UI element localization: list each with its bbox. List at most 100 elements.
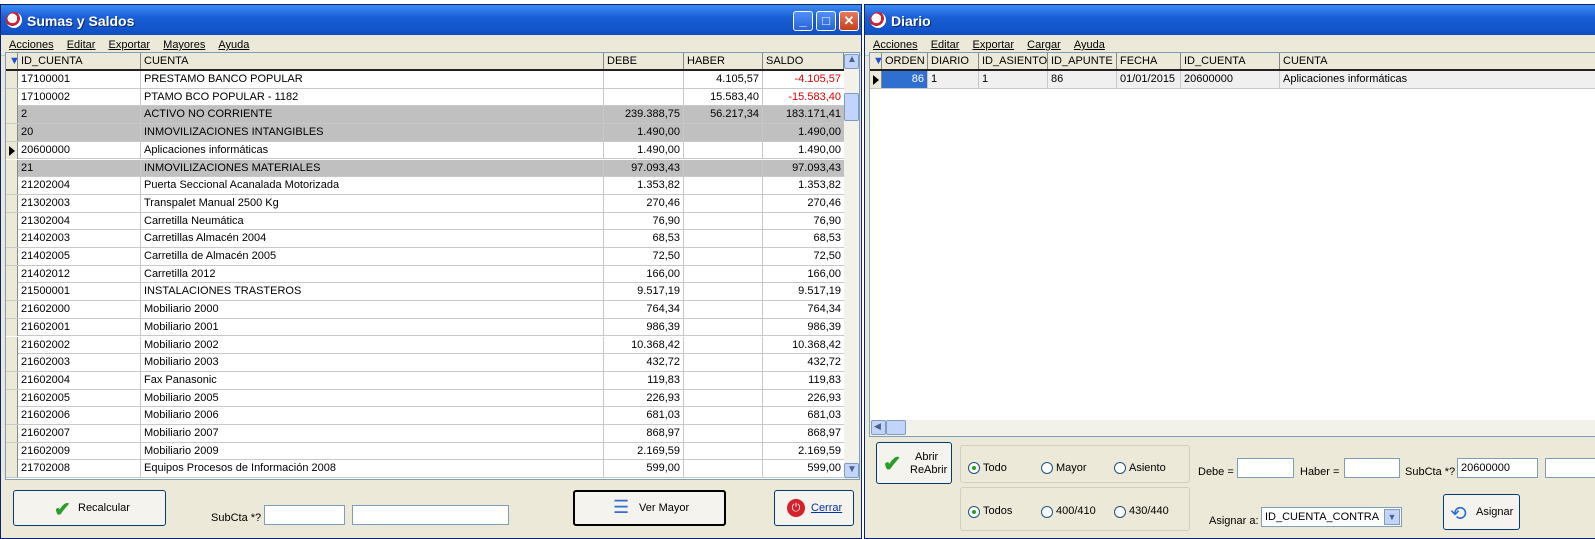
col-cuenta[interactable]: CUENTA [1280, 53, 1595, 69]
table-row[interactable]: 21702008 Equipos Procesos de Información … [6, 460, 844, 479]
col-id-apunte[interactable]: ID_APUNTE [1048, 53, 1117, 69]
cell-cuenta[interactable]: Carretilla Neumática [141, 212, 604, 230]
cell-cuenta[interactable]: Carretilla 2012 [141, 265, 604, 283]
cell-saldo[interactable]: 68,53 [763, 230, 844, 247]
cell-id-cuenta[interactable]: 21202004 [18, 177, 141, 195]
cell-debe[interactable]: 1.490,00 [604, 141, 684, 159]
cell-haber[interactable] [684, 301, 763, 319]
radio-todo[interactable] [968, 462, 980, 474]
col-debe[interactable]: DEBE [604, 53, 684, 69]
cell-saldo[interactable]: 986,39 [763, 319, 844, 336]
col-fecha[interactable]: FECHA [1117, 53, 1181, 69]
cell-id-cuenta[interactable]: 21602007 [18, 425, 141, 442]
cell-debe[interactable]: 2.169,59 [604, 442, 684, 460]
cell-cuenta[interactable]: Mobiliario 2001 [141, 318, 604, 336]
subcta-name-input[interactable] [352, 505, 509, 525]
cell-id-cuenta[interactable]: 21402005 [18, 248, 141, 265]
col-id-cuenta[interactable]: ID_CUENTA [1181, 53, 1280, 69]
diario-grid[interactable]: ▼ ORDEN DIARIO ID_ASIENTO ID_APUNTE FECH… [869, 52, 1595, 437]
cell-saldo[interactable]: 681,03 [763, 407, 844, 424]
cerrar-button[interactable]: ⏻ Cerrar [774, 490, 854, 526]
cell-id-cuenta[interactable]: 17100002 [18, 88, 141, 106]
cell-saldo[interactable]: -4.105,57 [763, 71, 844, 88]
cell-haber[interactable] [684, 194, 763, 212]
cell-id-cuenta[interactable]: 21402003 [18, 230, 141, 248]
table-row[interactable]: 21602004 Fax Panasonic 119,83 119,83 [6, 371, 844, 390]
cell-haber[interactable] [684, 425, 763, 442]
cell-cuenta[interactable]: Fax Panasonic [141, 371, 604, 389]
cell-haber[interactable] [684, 407, 763, 425]
cell-saldo[interactable]: 9.517,19 [763, 283, 844, 300]
radio-mayor[interactable] [1041, 462, 1053, 474]
cell-haber[interactable] [684, 212, 763, 230]
abrir-reabrir-button[interactable]: ✔ Abrir ReAbrir [876, 442, 952, 484]
table-row[interactable]: 21602005 Mobiliario 2005 226,93 226,93 [6, 389, 844, 408]
table-row[interactable]: 21602001 Mobiliario 2001 986,39 986,39 [6, 318, 844, 337]
cell-id-cuenta[interactable]: 21602002 [18, 336, 141, 354]
cell-saldo[interactable]: 166,00 [763, 266, 844, 283]
cell-debe[interactable] [604, 88, 684, 106]
table-row[interactable]: 21402012 Carretilla 2012 166,00 166,00 [6, 265, 844, 284]
cell-cuenta[interactable]: INMOVILIZACIONES MATERIALES [141, 159, 604, 177]
cell-cuenta[interactable]: INMOVILIZACIONES INTANGIBLES [141, 124, 604, 142]
cell-id-cuenta[interactable]: 21402012 [18, 265, 141, 283]
cell-debe[interactable]: 986,39 [604, 318, 684, 336]
table-row[interactable]: 21 INMOVILIZACIONES MATERIALES 97.093,43 97… [6, 159, 844, 178]
cell-cuenta[interactable]: Carretillas Almacén 2004 [141, 230, 604, 248]
cell-debe[interactable]: 72,50 [604, 248, 684, 265]
cell-saldo[interactable]: 868,97 [763, 425, 844, 442]
cell-haber[interactable]: 56.217,34 [684, 106, 763, 124]
cell-orden[interactable]: 86 [882, 71, 928, 88]
cell-haber[interactable] [684, 371, 763, 389]
cell-id-cuenta[interactable]: 21602005 [18, 389, 141, 407]
cell-debe[interactable]: 166,00 [604, 265, 684, 283]
debe-input[interactable] [1237, 458, 1294, 478]
cell-haber[interactable] [684, 124, 763, 142]
table-row[interactable]: 17100002 PTAMO BCO POPULAR - 1182 15.583,4… [6, 88, 844, 107]
cell-debe[interactable]: 119,83 [604, 371, 684, 389]
cell-cuenta[interactable]: Mobiliario 2005 [141, 389, 604, 407]
col-orden[interactable]: ORDEN [882, 53, 928, 69]
cell-id-cuenta[interactable]: 21602001 [18, 318, 141, 336]
cell-id-cuenta[interactable]: 21302003 [18, 194, 141, 212]
table-row[interactable]: 21500001 INSTALACIONES TRASTEROS 9.517,19 9… [6, 283, 844, 302]
cell-debe[interactable]: 10.368,42 [604, 336, 684, 354]
cell-cuenta[interactable]: PTAMO BCO POPULAR - 1182 [141, 88, 604, 106]
cell-id-cuenta[interactable]: 17100001 [18, 71, 141, 88]
col-cuenta[interactable]: CUENTA [141, 53, 604, 69]
radio-400-410[interactable] [1041, 506, 1053, 518]
table-row[interactable]: 21402003 Carretillas Almacén 2004 68,53 68,… [6, 230, 844, 248]
vertical-scrollbar[interactable]: ▲ ▼ [844, 53, 859, 479]
cell-id-cuenta[interactable]: 20600000 [18, 141, 141, 159]
cell-debe[interactable]: 239.388,75 [604, 106, 684, 124]
cell-saldo[interactable]: 97.093,43 [763, 160, 844, 177]
table-row[interactable]: 21602007 Mobiliario 2007 868,97 868,97 [6, 425, 844, 443]
horizontal-scrollbar[interactable]: ◀ [870, 420, 1595, 436]
cell-id-cuenta[interactable]: 21602003 [18, 354, 141, 372]
dropdown-arrow-icon[interactable]: ▼ [1384, 509, 1400, 525]
cell-debe[interactable]: 76,90 [604, 212, 684, 230]
cell-haber[interactable] [684, 354, 763, 372]
scroll-down-button[interactable]: ▼ [844, 463, 859, 478]
cell-saldo[interactable]: -15.583,40 [763, 89, 844, 106]
table-row[interactable]: 21302004 Carretilla Neumática 76,90 76,90 [6, 212, 844, 231]
scroll-thumb[interactable] [886, 420, 906, 435]
cell-cuenta[interactable]: Aplicaciones informáticas [1280, 71, 1595, 88]
radio-todos[interactable] [968, 506, 980, 518]
table-row[interactable]: 21602006 Mobiliario 2006 681,03 681,03 [6, 407, 844, 425]
close-button[interactable]: ✕ [839, 11, 859, 31]
table-row[interactable]: 17100001 PRESTAMO BANCO POPULAR 4.105,57 -4… [6, 71, 844, 89]
cell-debe[interactable]: 9.517,19 [604, 283, 684, 301]
ver-mayor-button[interactable]: ☰ Ver Mayor [573, 490, 726, 526]
subcta-input[interactable] [264, 505, 345, 525]
cell-id-cuenta[interactable]: 20 [18, 124, 141, 142]
cell-saldo[interactable]: 270,46 [763, 195, 844, 212]
cell-haber[interactable] [684, 389, 763, 407]
asignar-button[interactable]: ⟲ Asignar [1443, 494, 1520, 530]
minimize-button[interactable]: _ [793, 11, 813, 31]
cell-id-cuenta[interactable]: 21602000 [18, 301, 141, 319]
cell-haber[interactable] [684, 177, 763, 195]
cell-saldo[interactable]: 432,72 [763, 354, 844, 371]
cell-id-cuenta[interactable]: 20600000 [1181, 71, 1280, 88]
col-id-asiento[interactable]: ID_ASIENTO [979, 53, 1048, 69]
